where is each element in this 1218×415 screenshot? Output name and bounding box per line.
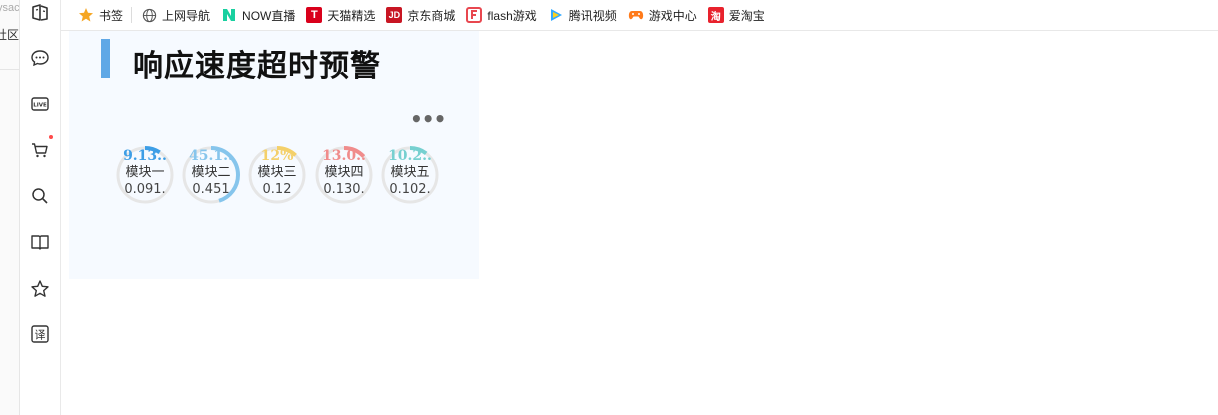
book-icon	[31, 235, 49, 250]
module-gauge[interactable]: 12% 模块三 0.12	[247, 145, 307, 205]
gauge-percent: 10.2..	[388, 148, 432, 164]
gauge-value: 0.130.	[323, 182, 365, 197]
module-gauge[interactable]: 9.13.. 模块一 0.091.	[115, 145, 175, 205]
star-outline-icon	[31, 280, 49, 297]
gauge-module-name: 模块四	[324, 165, 364, 180]
search-icon	[32, 188, 48, 204]
module-gauge[interactable]: 45.1.. 模块二 0.451	[181, 145, 241, 205]
taobao-icon: 淘	[707, 7, 724, 23]
flash-game-icon	[466, 7, 483, 23]
gauge-module-name: 模块五	[390, 165, 430, 180]
panel-title: 响应速度超时预警	[133, 49, 381, 84]
gamepad-icon	[628, 7, 644, 23]
notification-dot	[49, 135, 53, 139]
bookmark-label: 天猫精选	[327, 8, 376, 23]
svg-text:LIVE: LIVE	[33, 103, 47, 109]
tencent-video-icon	[548, 7, 564, 23]
svg-text:译: 译	[35, 329, 46, 342]
bookmark-tmall[interactable]: T 天猫精选	[301, 4, 380, 26]
title-accent-bar	[101, 39, 110, 78]
sidebar-favorites-button[interactable]	[28, 277, 52, 301]
app-logo-icon	[32, 4, 48, 21]
bookmark-web-nav[interactable]: 上网导航	[136, 4, 215, 26]
chat-bubble-icon	[31, 50, 49, 67]
sidebar-translate-button[interactable]: 译	[28, 322, 52, 346]
sidebar-chat-button[interactable]	[28, 46, 52, 70]
star-icon	[78, 7, 94, 23]
shopping-cart-icon	[32, 143, 48, 158]
bookmarks-bar: 书签 上网导航 NOW直播 T 天猫精选 JD 京东商城 flash游戏 腾讯视…	[61, 0, 1218, 31]
gauge-value: 0.102.	[389, 182, 431, 197]
tool-sidebar: LIVE 译	[20, 0, 61, 415]
module-gauge[interactable]: 13.0.. 模块四 0.130.	[314, 145, 374, 205]
live-icon: LIVE	[31, 97, 49, 111]
gauge-value: 0.091.	[124, 182, 166, 197]
bookmark-label: flash游戏	[487, 8, 537, 23]
sidebar-live-button[interactable]: LIVE	[28, 92, 52, 116]
bookmark-game-center[interactable]: 游戏中心	[623, 4, 702, 26]
gauge-module-name: 模块三	[257, 165, 297, 180]
bookmark-label: 腾讯视频	[568, 8, 617, 23]
more-options-icon[interactable]: •••	[410, 109, 446, 129]
bookmark-label: 爱淘宝	[728, 8, 765, 23]
bookmark-tencent-video[interactable]: 腾讯视频	[543, 4, 622, 26]
clipped-text-2[interactable]: 社区	[0, 26, 19, 43]
bookmark-now-live[interactable]: NOW直播	[216, 4, 300, 26]
divider	[0, 69, 19, 70]
bookmark-jd[interactable]: JD 京东商城	[381, 4, 460, 26]
gauge-percent: 9.13..	[123, 148, 167, 164]
now-live-icon	[221, 7, 237, 23]
gauge-value: 0.451	[192, 182, 230, 197]
bookmark-label: 游戏中心	[648, 8, 697, 23]
sidebar-reader-button[interactable]	[28, 230, 52, 254]
gauge-value: 0.12	[262, 182, 292, 197]
gauge-percent: 45.1..	[189, 148, 233, 164]
clipped-text-1: ysac	[0, 2, 20, 14]
sidebar-cart-button[interactable]	[28, 138, 52, 162]
bookmark-label: 京东商城	[407, 8, 456, 23]
gauge-module-name: 模块二	[191, 165, 231, 180]
gauge-percent: 13.0..	[322, 148, 366, 164]
bookmark-label: 书签	[99, 8, 124, 23]
tmall-icon: T	[306, 7, 323, 23]
gauge-percent: 12%	[260, 148, 294, 164]
bookmark-ai-taobao[interactable]: 淘 爱淘宝	[703, 4, 770, 26]
clipped-left-panel: ysac 社区	[0, 0, 20, 415]
timeout-warning-panel: 响应速度超时预警 ••• 9.13.. 模块一 0.091. 45.1.. 模块二 0.4…	[69, 31, 479, 279]
gauge-module-name: 模块一	[125, 165, 165, 180]
translate-icon: 译	[31, 325, 49, 343]
sidebar-app-button[interactable]	[28, 1, 52, 25]
bookmark-bookmarks[interactable]: 书签	[73, 4, 128, 26]
bookmark-label: 上网导航	[162, 8, 211, 23]
globe-icon	[141, 7, 157, 23]
sidebar-search-button[interactable]	[28, 184, 52, 208]
module-gauge[interactable]: 10.2.. 模块五 0.102.	[380, 145, 440, 205]
bookmark-separator	[131, 7, 133, 23]
jd-icon: JD	[386, 7, 403, 23]
bookmark-label: NOW直播	[242, 8, 296, 23]
bookmark-flash-games[interactable]: flash游戏	[461, 4, 541, 26]
